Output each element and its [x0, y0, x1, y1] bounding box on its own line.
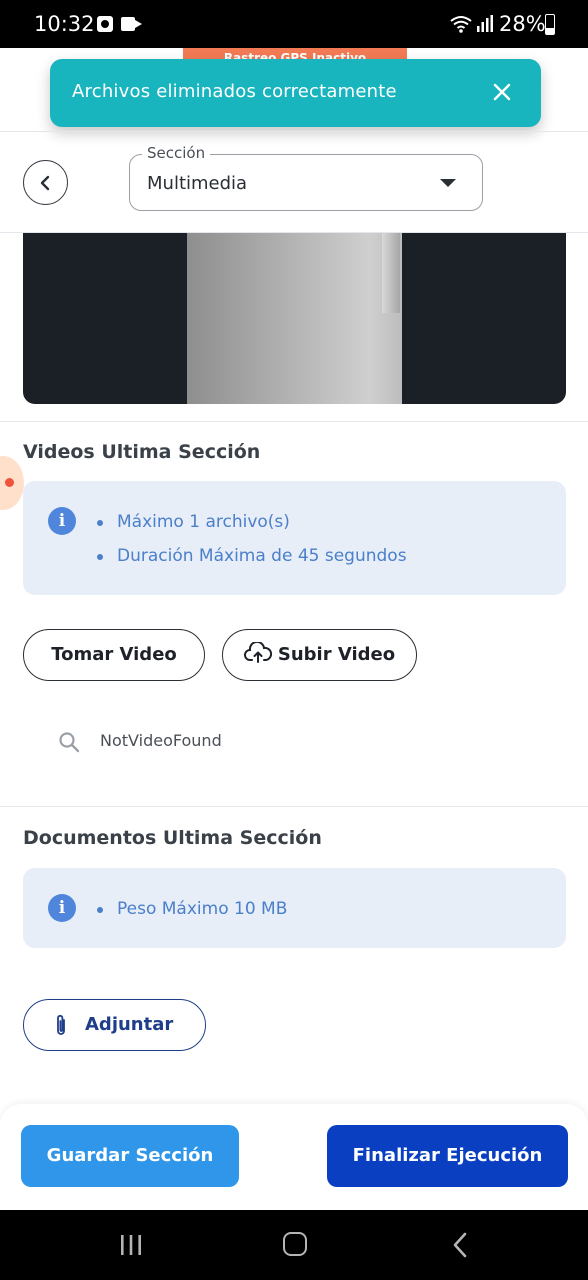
- info-item: Duración Máxima de 45 segundos: [97, 546, 407, 566]
- info-item: Peso Máximo 10 MB: [96, 899, 288, 919]
- back-button[interactable]: [23, 160, 68, 205]
- videos-info-box: i Máximo 1 archivo(s) Duración Máxima de…: [23, 481, 566, 595]
- recording-indicator[interactable]: [0, 456, 24, 510]
- save-section-button[interactable]: Guardar Sección: [21, 1125, 239, 1187]
- documents-info-box: i Peso Máximo 10 MB: [23, 868, 566, 948]
- cloud-upload-icon: [243, 642, 272, 663]
- section-select-value: Multimedia: [147, 173, 248, 194]
- caret-down-icon: [440, 179, 456, 187]
- system-nav-bar: [0, 1210, 588, 1280]
- close-icon[interactable]: [489, 79, 515, 105]
- upload-video-label: Subir Video: [277, 644, 396, 665]
- success-toast: Archivos eliminados correctamente: [50, 59, 541, 127]
- status-time: 10:32: [34, 12, 95, 36]
- section-select-label: Sección: [142, 144, 211, 162]
- take-video-label: Tomar Video: [51, 644, 177, 665]
- info-item: Máximo 1 archivo(s): [97, 512, 290, 532]
- take-video-button[interactable]: Tomar Video: [23, 629, 205, 681]
- signal-icon: [477, 15, 493, 32]
- notification-icon: [97, 16, 113, 32]
- divider: [0, 131, 588, 132]
- upload-video-button[interactable]: Subir Video: [222, 629, 417, 681]
- documents-section-title: Documentos Ultima Sección: [23, 827, 322, 849]
- finish-execution-button[interactable]: Finalizar Ejecución: [327, 1125, 568, 1187]
- attach-button[interactable]: Adjuntar: [23, 999, 206, 1051]
- wifi-icon: [450, 16, 472, 33]
- paperclip-icon: [57, 1014, 65, 1035]
- videos-section-title: Videos Ultima Sección: [23, 441, 261, 463]
- divider: [0, 421, 588, 422]
- battery-icon: [545, 14, 555, 35]
- back-nav-icon[interactable]: [451, 1232, 469, 1258]
- info-icon: i: [48, 894, 76, 922]
- toast-message: Archivos eliminados correctamente: [72, 81, 397, 102]
- status-bar: 10:32 28%: [0, 0, 588, 48]
- divider: [0, 806, 588, 807]
- recent-apps-icon[interactable]: [119, 1234, 143, 1256]
- home-icon[interactable]: [283, 1232, 307, 1256]
- attach-label: Adjuntar: [85, 1014, 174, 1035]
- empty-video-text: NotVideoFound: [100, 731, 222, 750]
- chevron-left-icon: [40, 175, 50, 191]
- search-icon: [59, 732, 80, 753]
- video-thumbnail: [187, 233, 402, 404]
- video-recording-icon: [121, 17, 142, 31]
- battery-percent: 28%: [499, 12, 546, 36]
- section-select[interactable]: Sección Multimedia: [129, 144, 483, 211]
- video-preview[interactable]: [23, 233, 566, 404]
- info-icon: i: [48, 507, 76, 535]
